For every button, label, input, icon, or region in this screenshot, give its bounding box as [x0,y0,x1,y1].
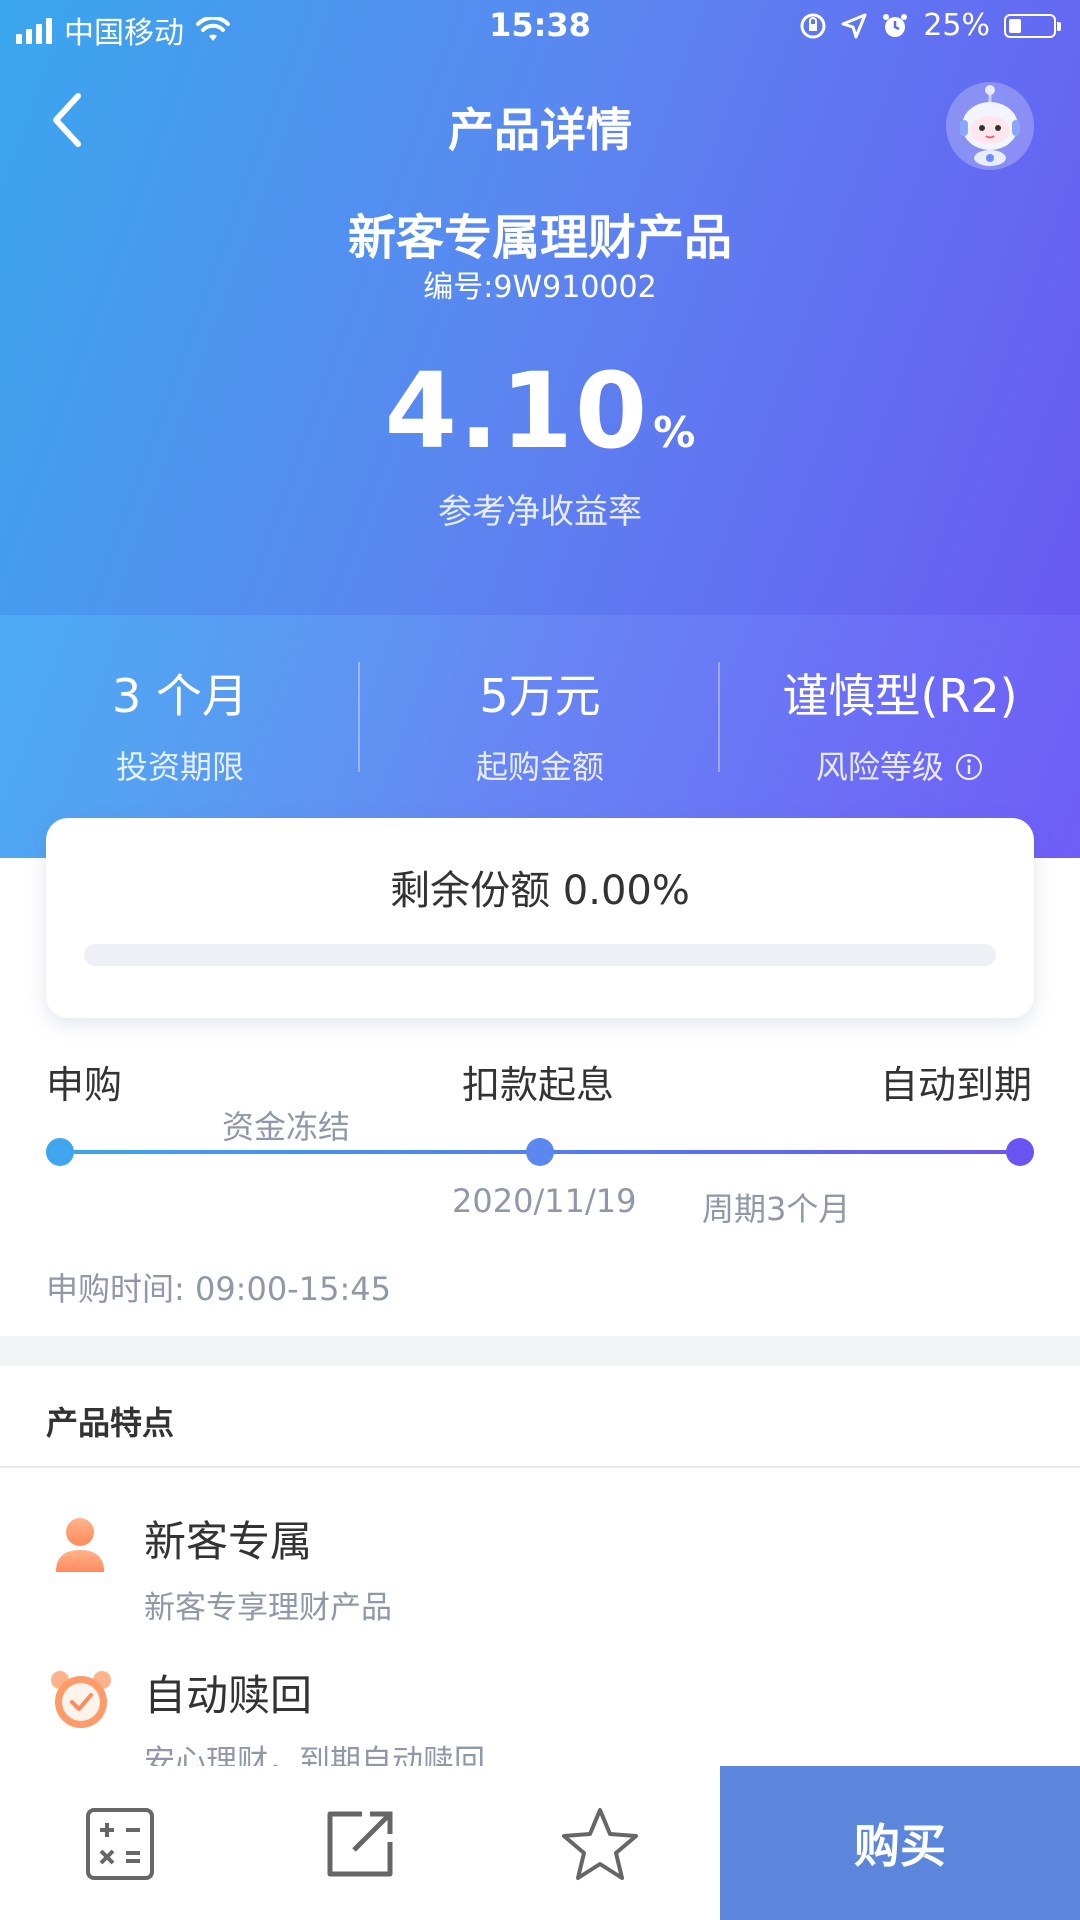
stat-value: 5万元 [479,669,601,723]
timeline-dot [526,1138,554,1166]
remaining-share-label: 剩余份额 0.00% [390,868,690,914]
features-title: 产品特点 [46,1404,175,1442]
assistant-avatar[interactable] [946,82,1034,170]
stat-label: 投资期限 [115,748,244,786]
stat-term: 3 个月 投资期限 [0,654,360,786]
robot-icon [960,85,1020,166]
features-divider [0,1466,1080,1468]
timeline-period: 周期3个月 [702,1190,851,1228]
orientation-lock-icon [800,13,826,38]
stat-value: 谨慎型(R2) [782,669,1018,723]
battery-icon [1004,13,1061,38]
feature-desc: 新客专享理财产品 [144,1590,392,1626]
timeline-step-interest: 扣款起息 [462,1063,615,1107]
timeline-date: 2020/11/19 [452,1182,637,1220]
user-icon [56,1518,104,1572]
location-icon [841,13,867,38]
remaining-progress-bar [84,944,996,966]
stat-divider [358,662,360,772]
feature-title: 新客专属 [144,1517,313,1566]
stat-minimum: 5万元 起购金额 [360,654,720,786]
battery-percent: 25% [923,8,990,43]
stat-divider [718,662,720,772]
buy-button[interactable]: 购买 [720,1766,1080,1920]
rate-unit: % [653,408,696,457]
star-icon[interactable] [560,1806,640,1882]
subscribe-time: 申购时间: 09:00-15:45 [46,1270,391,1308]
timeline-step-subscribe: 申购 [46,1063,123,1107]
timeline-freeze-label: 资金冻结 [222,1108,351,1146]
product-code: 编号:9W910002 [423,270,657,305]
stat-risk[interactable]: 谨慎型(R2) 风险等级 [720,654,1080,786]
rate-display: 4.10% [0,350,1080,472]
page-title: 产品详情 [448,103,632,157]
alarm-icon [883,13,908,37]
stat-label: 起购金额 [475,748,604,786]
status-bar: 中国移动 15:38 25% [0,0,1080,54]
rate-value: 4.10 [384,350,650,472]
remaining-share-card: 剩余份额 0.00% [46,818,1034,1018]
timeline-dot [1006,1138,1034,1166]
product-stats: 3 个月 投资期限 5万元 起购金额 谨慎型(R2) 风险等级 [0,654,1080,786]
section-divider [0,1336,1080,1366]
info-icon[interactable] [954,752,984,782]
stat-label: 风险等级 [815,748,944,786]
timeline-step-maturity: 自动到期 [880,1063,1033,1107]
alarm-clock-icon [51,1671,111,1728]
calculator-icon[interactable] [82,1806,158,1882]
share-icon[interactable] [322,1806,398,1882]
timeline-dot [46,1138,74,1166]
feature-title: 自动赎回 [144,1671,313,1720]
product-name: 新客专属理财产品 [347,210,732,266]
rate-label: 参考净收益率 [438,492,642,532]
stat-value: 3 个月 [112,669,248,723]
